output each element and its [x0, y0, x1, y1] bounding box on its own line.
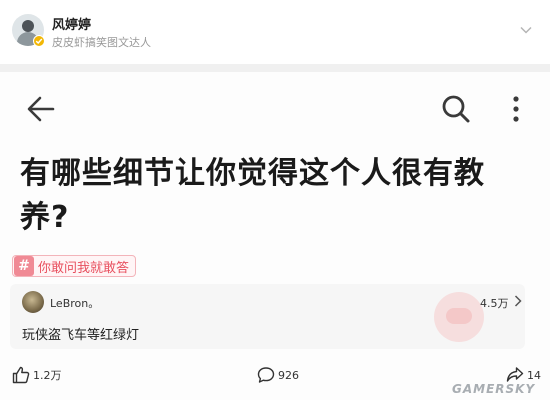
author-name[interactable]: 风婷婷	[52, 14, 91, 33]
like-count: 1.2万	[33, 369, 62, 382]
comment-button[interactable]: 926	[257, 366, 299, 384]
back-arrow-icon[interactable]	[27, 96, 55, 122]
answer-like-count: 4.5万	[480, 297, 509, 310]
topic-tag[interactable]: # 你敢问我就敢答	[12, 255, 137, 277]
topic-label: 你敢问我就敢答	[38, 260, 130, 276]
more-vertical-icon[interactable]	[511, 94, 521, 124]
answer-text: 玩侠盗飞车等红绿灯	[22, 328, 140, 343]
share-count: 14	[527, 368, 541, 382]
question-screenshot: 有哪些细节让你觉得这个人很有教养? # 你敢问我就敢答 LeBron。 4.5万…	[0, 72, 550, 400]
author-header[interactable]: 风婷婷 皮皮虾搞笑图文达人	[0, 0, 550, 64]
answerer-name[interactable]: LeBron。	[50, 295, 99, 311]
question-title: 有哪些细节让你觉得这个人很有教养?	[20, 156, 485, 235]
search-icon[interactable]	[441, 94, 471, 124]
hashtag-icon: #	[14, 256, 34, 276]
answer-card[interactable]: LeBron。 4.5万 玩侠盗飞车等红绿灯	[10, 284, 525, 349]
site-watermark: GAMERSKY	[452, 382, 536, 396]
comment-count: 926	[278, 368, 299, 382]
watermark-logo-icon	[434, 292, 484, 342]
comment-icon	[257, 367, 275, 383]
chevron-right-icon[interactable]	[514, 295, 522, 307]
answerer-avatar[interactable]	[22, 291, 44, 313]
chevron-down-icon[interactable]	[520, 26, 532, 34]
like-button[interactable]: 1.2万	[12, 366, 62, 384]
thumbs-up-icon	[12, 366, 30, 384]
section-divider	[0, 64, 550, 72]
verified-badge-icon	[33, 35, 45, 47]
author-description: 皮皮虾搞笑图文达人	[52, 36, 151, 49]
